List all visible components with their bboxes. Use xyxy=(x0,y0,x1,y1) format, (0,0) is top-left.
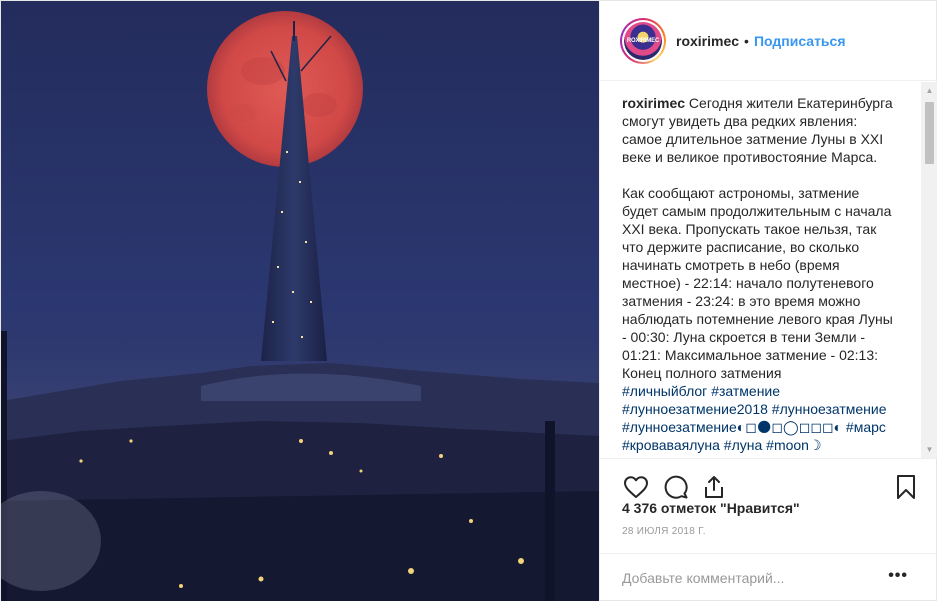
post-header: ROXIRIMEC roxirimec • Подписаться xyxy=(600,1,937,81)
likes-count[interactable]: 4 376 отметок "Нравится" xyxy=(622,500,800,516)
comment-input[interactable] xyxy=(622,569,882,587)
scroll-down-arrow-icon[interactable]: ▼ xyxy=(921,441,937,458)
save-button[interactable] xyxy=(890,467,922,507)
caption-author[interactable]: roxirimec xyxy=(622,95,685,111)
avatar-image: ROXIRIMEC xyxy=(624,21,662,60)
avatar[interactable]: ROXIRIMEC xyxy=(620,17,666,64)
header-username[interactable]: roxirimec xyxy=(676,33,739,49)
header-separator: • xyxy=(744,32,749,49)
instagram-post: ROXIRIMEC roxirimec • Подписаться roxiri… xyxy=(0,0,937,601)
heart-icon xyxy=(624,476,648,498)
comment-bubble-icon xyxy=(664,475,688,499)
post-sidebar: ROXIRIMEC roxirimec • Подписаться roxiri… xyxy=(599,1,937,601)
scrollbar-thumb[interactable] xyxy=(925,102,934,164)
hashtag[interactable]: #лунноезатмение xyxy=(772,401,887,417)
caption-text: Сегодня жители Екатеринбурга смогут увид… xyxy=(622,95,893,381)
avatar-logo-text: ROXIRIMEC xyxy=(626,37,660,44)
hashtag[interactable]: #затмение xyxy=(711,383,780,399)
share-icon xyxy=(705,476,723,498)
hashtag[interactable]: #кроваваялуна xyxy=(622,437,720,453)
follow-button[interactable]: Подписаться xyxy=(754,33,846,49)
post-photo[interactable] xyxy=(1,1,599,601)
hashtag[interactable]: #moon☽ xyxy=(766,437,821,453)
caption: roxirimec Сегодня жители Екатеринбурга с… xyxy=(622,94,894,454)
comments-area[interactable]: roxirimec Сегодня жители Екатеринбурга с… xyxy=(600,82,937,458)
scroll-up-arrow-icon[interactable]: ▲ xyxy=(921,82,937,99)
avatar-ring: ROXIRIMEC xyxy=(622,19,664,62)
lunar-eclipse-photo xyxy=(1,1,599,601)
more-options-icon[interactable]: ••• xyxy=(888,567,908,585)
scrollbar[interactable]: ▲ ▼ xyxy=(921,82,937,458)
hashtag[interactable]: #лунноезатмение2018 xyxy=(622,401,768,417)
hashtag[interactable]: #лунноезатмение◐◻🌑◻◯◻◻◻◐ xyxy=(622,419,842,435)
hashtag[interactable]: #марс xyxy=(846,419,886,435)
hashtag[interactable]: #личныйблог xyxy=(622,383,707,399)
post-actions: 4 376 отметок "Нравится" 28 июля 2018 г.… xyxy=(600,458,937,601)
bookmark-icon xyxy=(897,475,915,499)
post-date[interactable]: 28 июля 2018 г. xyxy=(622,526,706,537)
hashtag[interactable]: #луна xyxy=(724,437,762,453)
add-comment-bar: ••• xyxy=(600,553,937,601)
